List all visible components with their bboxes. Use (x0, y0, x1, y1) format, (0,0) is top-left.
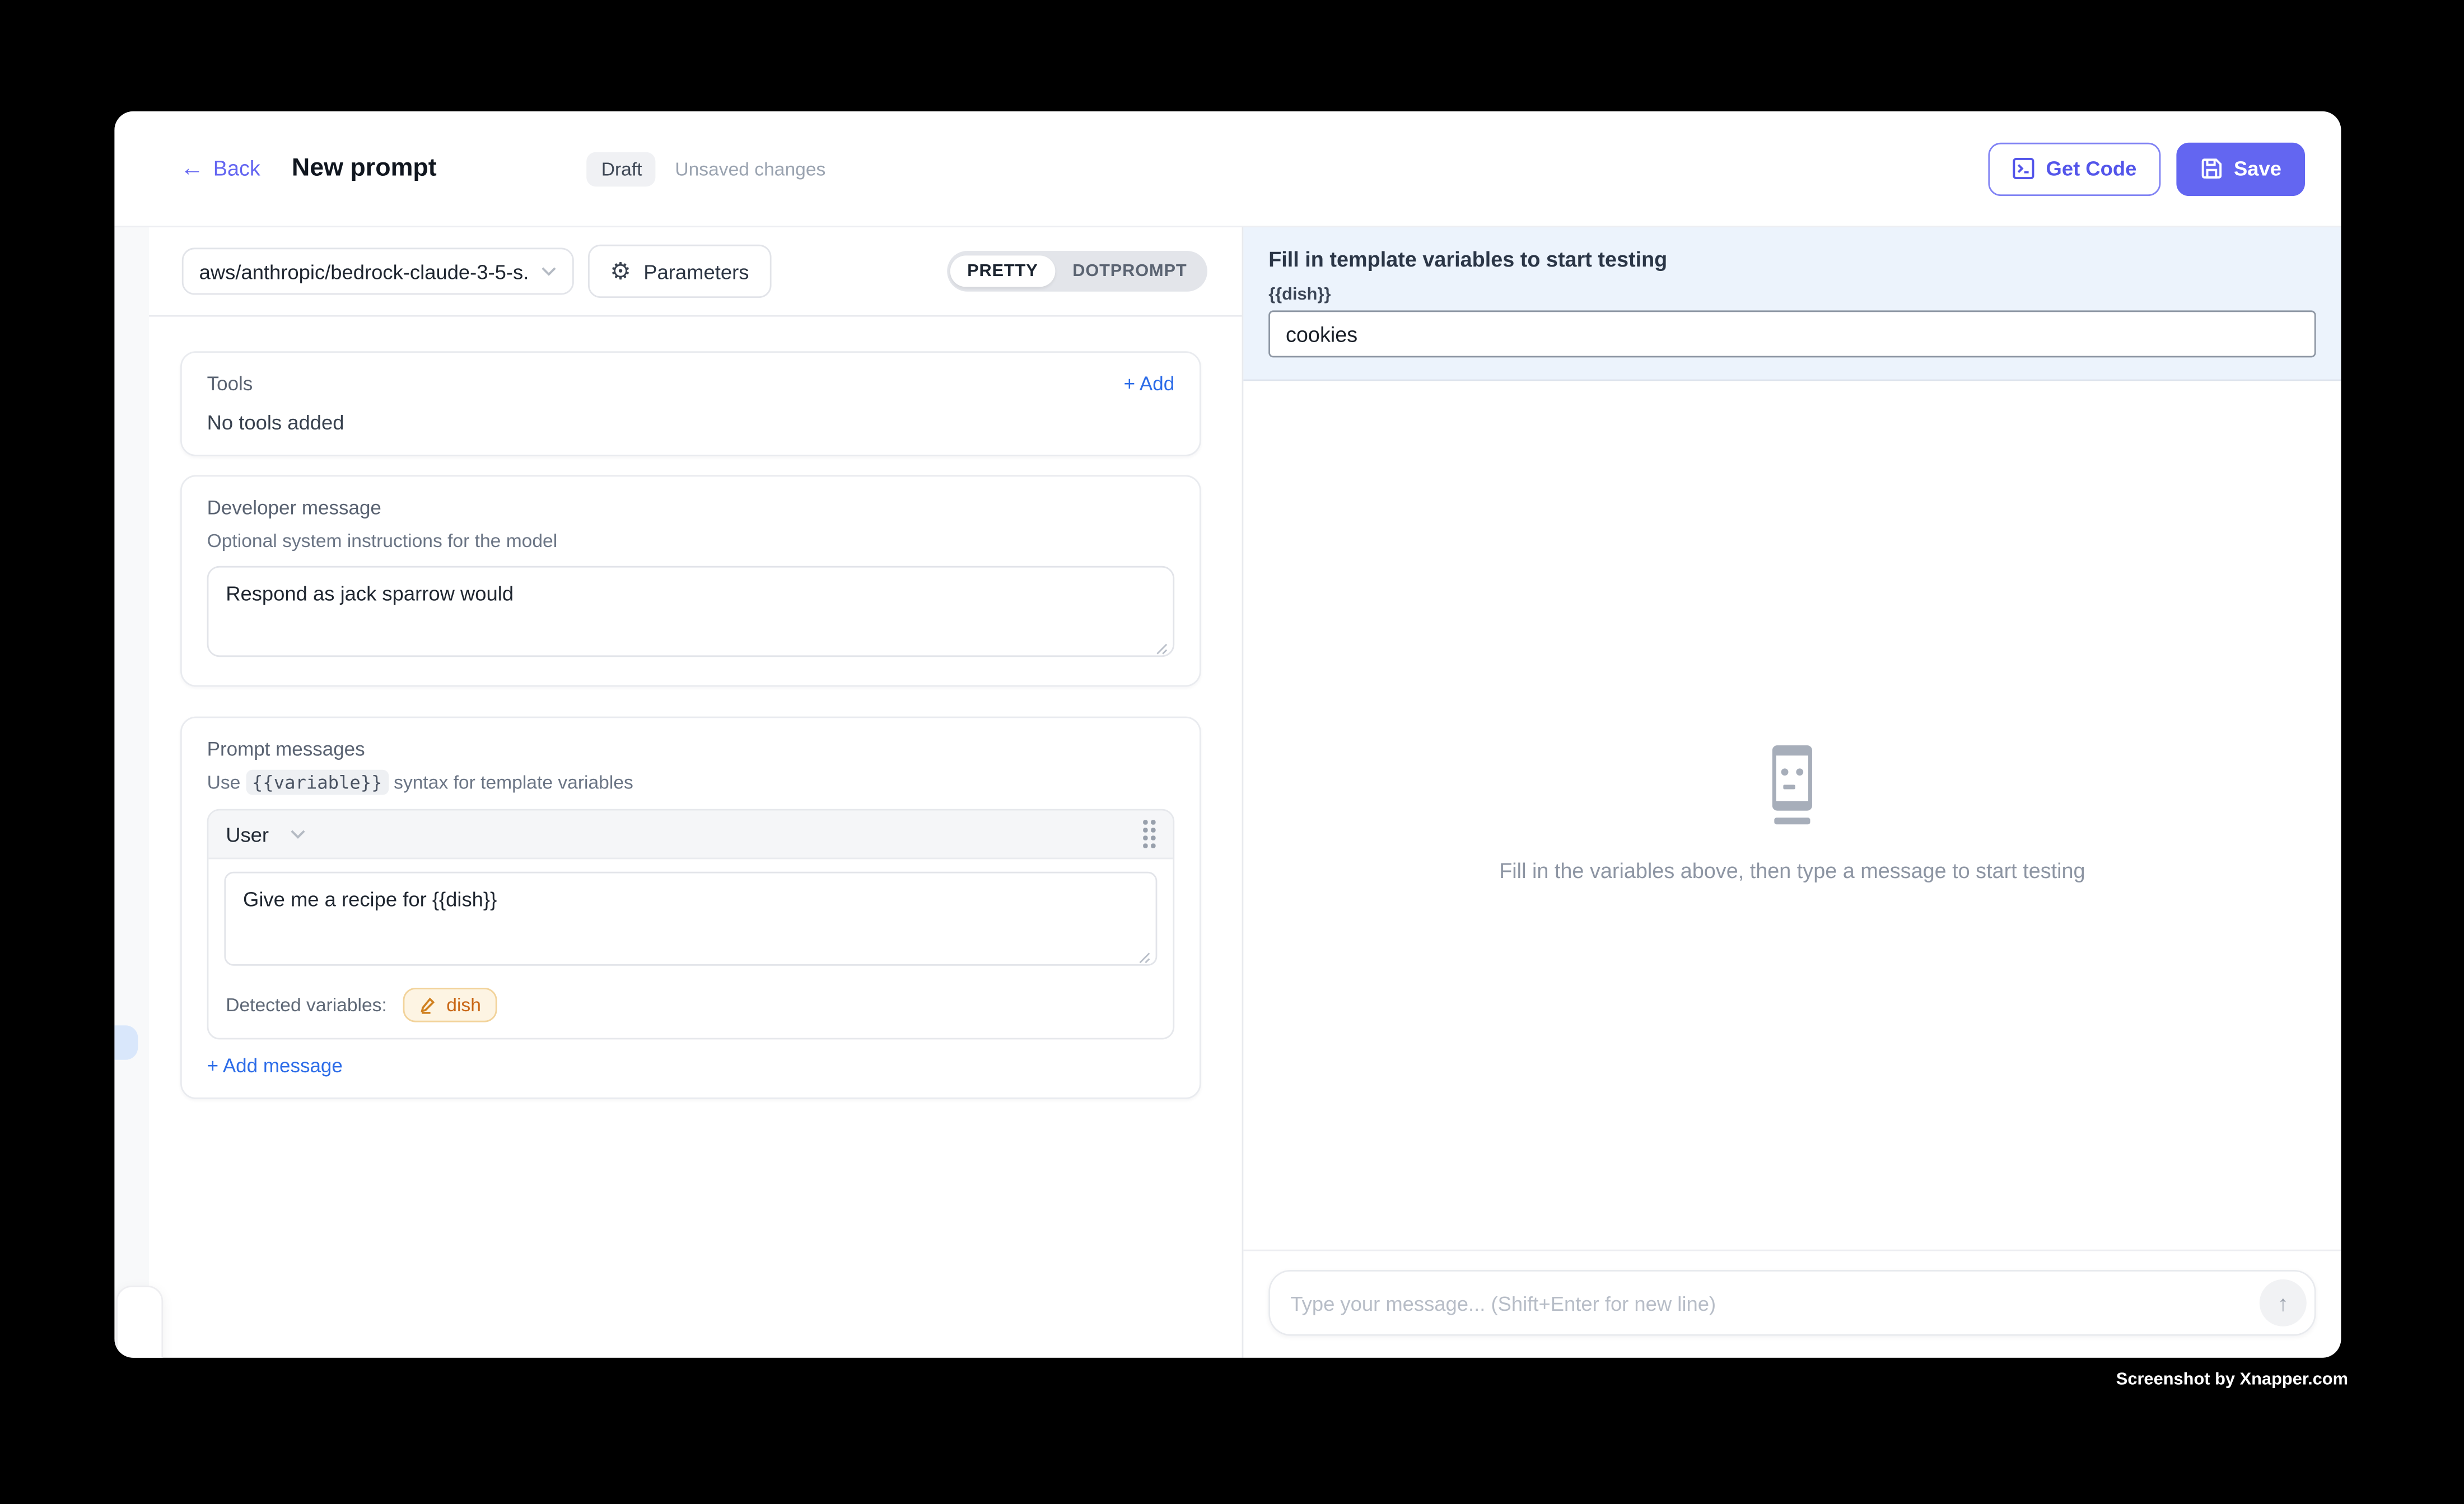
back-arrow-icon: ← (180, 157, 204, 180)
chat-area: Fill in the variables above, then type a… (1243, 381, 2341, 1249)
save-label: Save (2234, 157, 2281, 180)
chevron-down-icon (541, 267, 557, 276)
message-block: User G (207, 809, 1175, 1040)
status-badge: Draft (587, 151, 656, 186)
send-button[interactable]: ↑ (2260, 1279, 2307, 1326)
tools-card: Tools + Add No tools added (180, 351, 1201, 456)
page-title: New prompt (292, 155, 437, 183)
up-arrow-icon: ↑ (2278, 1290, 2289, 1315)
developer-message-card: Developer message Optional system instru… (180, 475, 1201, 686)
get-code-button[interactable]: Get Code (1988, 142, 2160, 195)
variable-name: dish (446, 994, 481, 1016)
header: ← Back New prompt Draft Unsaved changes … (114, 111, 2341, 226)
message-header: User (208, 811, 1173, 860)
prompt-editor-panel: aws/anthropic/bedrock-claude-3-5-s... ⚙ … (149, 227, 1242, 1358)
rail-active-highlight[interactable] (114, 1025, 138, 1060)
variable-badge-dish[interactable]: dish (403, 988, 497, 1022)
content-row: aws/anthropic/bedrock-claude-3-5-s... ⚙ … (114, 226, 2341, 1358)
detected-variables-row: Detected variables: dish (208, 974, 1173, 1038)
developer-message-textarea[interactable]: Respond as jack sparrow would (207, 566, 1175, 657)
subtitle-suffix: syntax for template variables (394, 772, 633, 793)
add-tool-button[interactable]: + Add (1124, 373, 1175, 395)
chevron-down-icon (291, 829, 306, 839)
model-selector-value: aws/anthropic/bedrock-claude-3-5-s... (199, 259, 529, 283)
corner-popover (116, 1286, 163, 1358)
watermark-text: Screenshot by Xnapper.com (2116, 1370, 2348, 1389)
back-button[interactable]: ← Back (180, 157, 260, 180)
variable-syntax-chip: {{variable}} (246, 770, 389, 795)
variable-value-input[interactable] (1268, 310, 2316, 357)
tools-title: Tools (207, 373, 253, 395)
get-code-label: Get Code (2046, 157, 2137, 180)
back-label: Back (213, 157, 260, 180)
developer-message-title: Developer message (207, 497, 1175, 519)
parameters-button[interactable]: ⚙ Parameters (588, 245, 771, 298)
save-icon (2199, 157, 2223, 180)
app-window: ← Back New prompt Draft Unsaved changes … (114, 111, 2341, 1358)
gear-icon: ⚙ (610, 259, 631, 283)
prompt-messages-subtitle: Use {{variable}} syntax for template var… (207, 772, 1175, 793)
drag-handle-icon[interactable] (1143, 820, 1155, 848)
test-panel: Fill in template variables to start test… (1243, 227, 2341, 1358)
prompt-messages-title: Prompt messages (207, 739, 1175, 760)
screenshot-stage: ← Back New prompt Draft Unsaved changes … (0, 0, 2464, 1504)
role-selector[interactable]: User (226, 823, 306, 846)
empty-state: Fill in the variables above, then type a… (1243, 745, 2341, 882)
save-button[interactable]: Save (2176, 142, 2305, 195)
editor-scroll-area: Tools + Add No tools added Developer mes… (149, 317, 1242, 1358)
format-toggle-pretty[interactable]: PRETTY (950, 255, 1055, 287)
prompt-messages-card: Prompt messages Use {{variable}} syntax … (180, 717, 1201, 1099)
format-toggle: PRETTY DOTPROMPT (947, 251, 1207, 292)
composer-box: ↑ (1268, 1270, 2316, 1336)
terminal-icon (2012, 157, 2035, 180)
model-selector[interactable]: aws/anthropic/bedrock-claude-3-5-s... (182, 247, 574, 295)
empty-state-text: Fill in the variables above, then type a… (1499, 859, 2085, 882)
variable-key-label: {{dish}} (1268, 286, 2316, 305)
left-rail (114, 227, 149, 1358)
editor-toolbar: aws/anthropic/bedrock-claude-3-5-s... ⚙ … (149, 227, 1242, 317)
variables-panel-title: Fill in template variables to start test… (1268, 247, 2316, 271)
detected-variables-label: Detected variables: (226, 994, 387, 1016)
unsaved-changes-label: Unsaved changes (675, 157, 825, 179)
message-textarea[interactable]: Give me a recipe for {{dish}} (224, 872, 1157, 966)
subtitle-prefix: Use (207, 772, 241, 793)
template-variables-panel: Fill in template variables to start test… (1243, 227, 2341, 381)
header-actions: Get Code Save (1988, 142, 2305, 195)
role-value: User (226, 823, 269, 846)
composer: ↑ (1243, 1250, 2341, 1358)
parameters-label: Parameters (643, 259, 749, 283)
format-toggle-dotprompt[interactable]: DOTPROMPT (1055, 255, 1204, 287)
developer-message-subtitle: Optional system instructions for the mod… (207, 530, 1175, 552)
pencil-icon (418, 996, 437, 1015)
bot-icon (1760, 745, 1826, 826)
add-message-button[interactable]: + Add message (207, 1055, 343, 1077)
tools-empty-text: No tools added (207, 411, 1175, 435)
message-input[interactable] (1270, 1291, 2314, 1315)
